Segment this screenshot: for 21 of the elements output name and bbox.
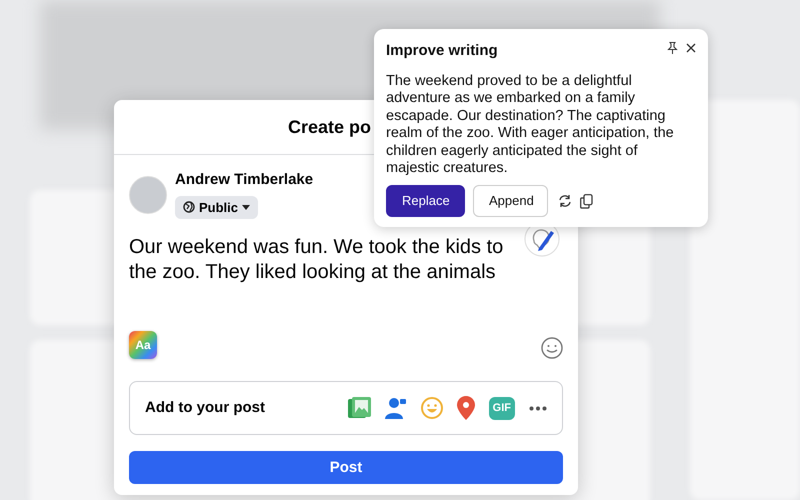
close-icon[interactable] xyxy=(686,43,696,53)
photo-icon[interactable] xyxy=(348,397,371,420)
emoji-icon[interactable] xyxy=(541,337,563,360)
refresh-icon[interactable] xyxy=(558,194,572,208)
avatar xyxy=(129,176,167,214)
add-to-post-label: Add to your post xyxy=(145,398,265,418)
author-name: Andrew Timberlake xyxy=(175,170,314,190)
dialog-title: Create po xyxy=(288,116,372,139)
tag-person-icon[interactable] xyxy=(384,397,407,420)
pin-icon[interactable] xyxy=(667,42,678,54)
post-text-field[interactable]: Our weekend was fun. We took the kids to the zoo. They liked looking at the animals xyxy=(129,235,563,286)
caret-icon xyxy=(242,204,250,210)
suggested-text: The weekend proved to be a delightful adventure as we embarked on a family escapade. Our destination? The captivating realm of the zoo. With eager anticipation, the children eagerly anticipated the sight of majestic creatures. xyxy=(386,72,675,178)
secondary-action-button[interactable]: Append xyxy=(473,185,548,218)
location-pin-icon[interactable] xyxy=(456,396,475,420)
more-icon[interactable] xyxy=(529,406,547,411)
post-button[interactable]: Post xyxy=(129,451,563,484)
popup-title: Improve writing xyxy=(386,41,498,61)
copy-icon[interactable] xyxy=(580,194,593,209)
audience-dropdown[interactable]: Public xyxy=(175,196,258,219)
primary-action-button[interactable]: Replace xyxy=(386,185,465,218)
